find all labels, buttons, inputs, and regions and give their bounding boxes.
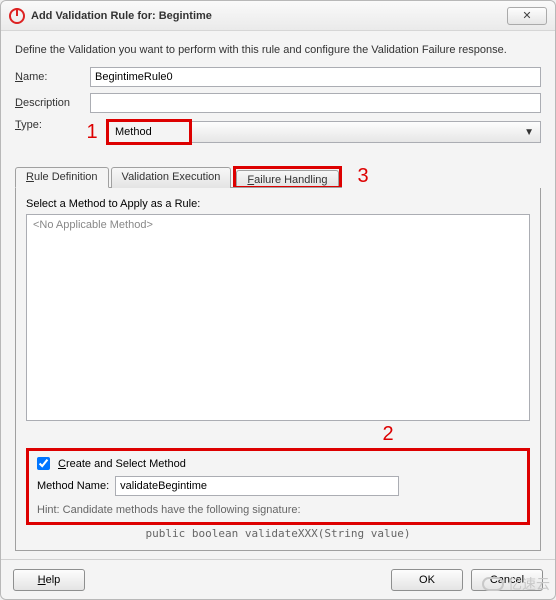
signature-text: public boolean validateXXX(String value) [26, 527, 530, 540]
annotation-2: 2 [246, 423, 530, 446]
tabs-row: Rule Definition Validation Execution Fai… [15, 165, 541, 188]
window-title: Add Validation Rule for: Begintime [31, 10, 212, 22]
name-input[interactable] [90, 67, 541, 87]
annotation-box-2: Create and Select Method Method Name: Hi… [26, 448, 530, 525]
cancel-button[interactable]: Cancel [471, 569, 543, 591]
tab-rule-definition[interactable]: Rule Definition [15, 167, 109, 188]
chevron-down-icon: ▼ [524, 127, 534, 138]
dialog-window: Add Validation Rule for: Begintime ✕ Def… [0, 0, 556, 600]
tab-validation-execution[interactable]: Validation Execution [111, 167, 232, 188]
ok-button[interactable]: OK [391, 569, 463, 591]
dialog-content: Define the Validation you want to perfor… [1, 31, 555, 559]
create-method-row: Create and Select Method [37, 457, 519, 470]
method-name-row: Method Name: [37, 476, 519, 496]
tabs: Rule Definition Validation Execution Fai… [15, 166, 342, 188]
create-method-label: Create and Select Method [58, 458, 186, 470]
row-description: Description [15, 93, 541, 113]
description-input[interactable] [90, 93, 541, 113]
annotation-1: 1 [82, 121, 102, 144]
description-label: Description [15, 97, 90, 109]
annotation-box-3: Failure Handling [233, 166, 341, 187]
no-applicable-method: <No Applicable Method> [33, 219, 153, 231]
help-button[interactable]: Help [13, 569, 85, 591]
row-name: Name: [15, 67, 541, 87]
annotation-3: 3 [358, 165, 369, 188]
method-name-label: Method Name: [37, 480, 109, 492]
hint-text: Hint: Candidate methods have the followi… [37, 504, 519, 516]
tab-failure-handling[interactable]: Failure Handling [236, 170, 338, 186]
tab-panel-rule-definition: Select a Method to Apply as a Rule: <No … [15, 188, 541, 551]
name-label: Name: [15, 71, 90, 83]
app-icon [9, 8, 25, 24]
row-type: Type: 1 Method ▼ [15, 119, 541, 145]
button-bar: Help OK Cancel [1, 559, 555, 599]
type-select[interactable]: ▼ [192, 121, 541, 143]
method-list[interactable]: <No Applicable Method> [26, 214, 530, 421]
intro-text: Define the Validation you want to perfor… [15, 43, 541, 57]
titlebar: Add Validation Rule for: Begintime ✕ [1, 1, 555, 31]
type-select-value[interactable]: Method [109, 122, 189, 142]
method-name-input[interactable] [115, 476, 399, 496]
select-method-label: Select a Method to Apply as a Rule: [26, 198, 530, 210]
window-close-button[interactable]: ✕ [507, 7, 547, 25]
create-method-checkbox[interactable] [37, 457, 50, 470]
annotation-box-1: Method [106, 119, 192, 145]
close-icon: ✕ [522, 9, 531, 22]
type-label: Type: [15, 119, 90, 145]
